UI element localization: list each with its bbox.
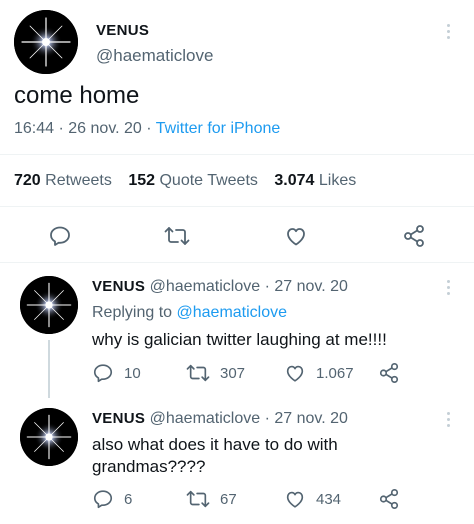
meta-separator: · xyxy=(146,120,152,137)
reply-count: 10 xyxy=(124,364,141,382)
star-avatar-image xyxy=(20,408,78,466)
share-button[interactable] xyxy=(402,224,426,248)
likes-label: Likes xyxy=(318,172,357,189)
replying-label: Replying to xyxy=(92,304,173,321)
tweet-text-line: grandmas???? xyxy=(92,457,206,476)
tweet-text: why is galician twitter laughing at me!!… xyxy=(92,330,387,349)
retweets-count: 720 xyxy=(14,172,41,189)
more-vertical-icon[interactable] xyxy=(447,412,451,430)
tweet-date[interactable]: 26 nov. 20 xyxy=(68,120,142,137)
star-avatar-image xyxy=(20,276,78,334)
retweet-icon xyxy=(164,227,190,245)
meta-separator: · xyxy=(264,278,270,295)
share-icon xyxy=(404,225,424,247)
star-avatar-image xyxy=(14,10,78,74)
reply-icon xyxy=(50,226,70,246)
retweet-button[interactable]: 307 xyxy=(186,362,245,384)
tweet-time[interactable]: 16:44 xyxy=(14,120,54,137)
author-name[interactable]: VENUS xyxy=(92,278,145,295)
author-name[interactable]: VENUS xyxy=(96,22,149,39)
tweet-stats: 720 Retweets 152 Quote Tweets 3.074 Like… xyxy=(14,172,356,190)
likes-count: 3.074 xyxy=(274,172,315,189)
tweet-client[interactable]: Twitter for iPhone xyxy=(156,120,281,137)
retweet-count: 67 xyxy=(220,490,237,508)
retweet-count: 307 xyxy=(220,364,246,382)
author-handle[interactable]: @haematiclove xyxy=(96,46,213,66)
author-handle[interactable]: @haematiclove xyxy=(150,410,261,427)
tweet-date[interactable]: 27 nov. 20 xyxy=(274,278,348,295)
retweet-icon xyxy=(186,364,210,382)
thread-line xyxy=(48,340,50,398)
like-button[interactable]: 1.067 xyxy=(284,362,354,384)
divider xyxy=(0,206,474,207)
reply-button[interactable]: 6 xyxy=(92,488,132,510)
tweet-text: come home xyxy=(14,82,140,109)
share-button[interactable] xyxy=(378,362,400,384)
replying-to: Replying to @haematiclove xyxy=(92,304,287,322)
like-button[interactable]: 434 xyxy=(284,488,341,510)
tweet-text-line: also what does it have to do with xyxy=(92,435,338,454)
tweet-meta: 16:44 · 26 nov. 20 · Twitter for iPhone xyxy=(14,120,280,138)
like-button[interactable] xyxy=(284,224,308,248)
quotes-label: Quote Tweets xyxy=(159,172,258,189)
like-count: 1.067 xyxy=(316,364,354,382)
reply-button[interactable]: 10 xyxy=(92,362,141,384)
reply-icon xyxy=(93,364,113,383)
reply-button[interactable] xyxy=(48,224,72,248)
quotes-stat[interactable]: 152 Quote Tweets xyxy=(128,172,262,189)
tweet-date[interactable]: 27 nov. 20 xyxy=(274,410,348,427)
reply-header: VENUS @haematiclove · 27 nov. 20 xyxy=(92,410,348,428)
divider xyxy=(0,262,474,263)
heart-icon xyxy=(286,365,304,382)
retweets-stat[interactable]: 720 Retweets xyxy=(14,172,116,189)
author-handle[interactable]: @haematiclove xyxy=(150,278,261,295)
more-vertical-icon[interactable] xyxy=(447,24,451,42)
retweet-icon xyxy=(186,490,210,508)
like-count: 434 xyxy=(316,490,342,508)
meta-separator: · xyxy=(58,120,64,137)
tweet-text: also what does it have to do with grandm… xyxy=(92,434,338,478)
retweet-button[interactable] xyxy=(164,224,190,248)
likes-stat[interactable]: 3.074 Likes xyxy=(274,172,356,189)
retweets-label: Retweets xyxy=(45,172,112,189)
reply-header: VENUS @haematiclove · 27 nov. 20 xyxy=(92,278,348,296)
share-icon xyxy=(379,489,399,509)
retweet-button[interactable]: 67 xyxy=(186,488,237,510)
avatar[interactable] xyxy=(20,276,78,334)
author-name[interactable]: VENUS xyxy=(92,410,145,427)
meta-separator: · xyxy=(264,410,270,427)
reply-count: 6 xyxy=(124,490,133,508)
avatar[interactable] xyxy=(14,10,78,74)
reply-icon xyxy=(93,490,113,509)
heart-icon xyxy=(286,491,304,508)
replying-handle[interactable]: @haematiclove xyxy=(177,304,288,321)
divider xyxy=(0,154,474,155)
avatar[interactable] xyxy=(20,408,78,466)
more-vertical-icon[interactable] xyxy=(447,280,451,298)
share-icon xyxy=(379,363,399,383)
quotes-count: 152 xyxy=(128,172,156,189)
share-button[interactable] xyxy=(378,488,400,510)
heart-icon xyxy=(287,228,305,246)
